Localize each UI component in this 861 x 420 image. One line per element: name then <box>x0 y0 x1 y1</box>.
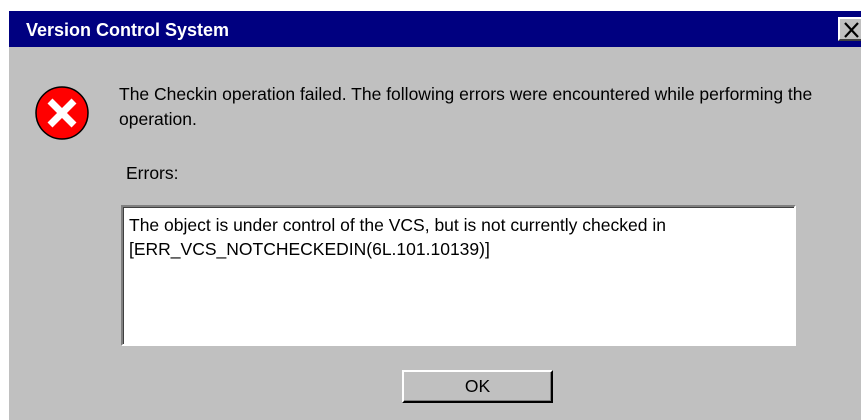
errors-textbox[interactable]: The object is under control of the VCS, … <box>121 205 796 346</box>
title-bar[interactable]: Version Control System <box>9 11 861 47</box>
error-message: The Checkin operation failed. The follow… <box>119 84 813 129</box>
error-icon <box>35 86 89 140</box>
errors-text-line: [ERR_VCS_NOTCHECKEDIN(6L.101.10139)] <box>129 239 490 259</box>
errors-label: Errors: <box>126 163 179 183</box>
window-title: Version Control System <box>26 20 230 40</box>
close-button[interactable] <box>838 17 861 41</box>
close-icon <box>844 22 859 38</box>
ok-button[interactable]: OK <box>402 370 553 403</box>
errors-text-line: The object is under control of the VCS, … <box>129 215 666 235</box>
error-dialog: Version Control System The Checkin opera… <box>9 11 861 420</box>
errors-text: The object is under control of the VCS, … <box>129 213 789 261</box>
